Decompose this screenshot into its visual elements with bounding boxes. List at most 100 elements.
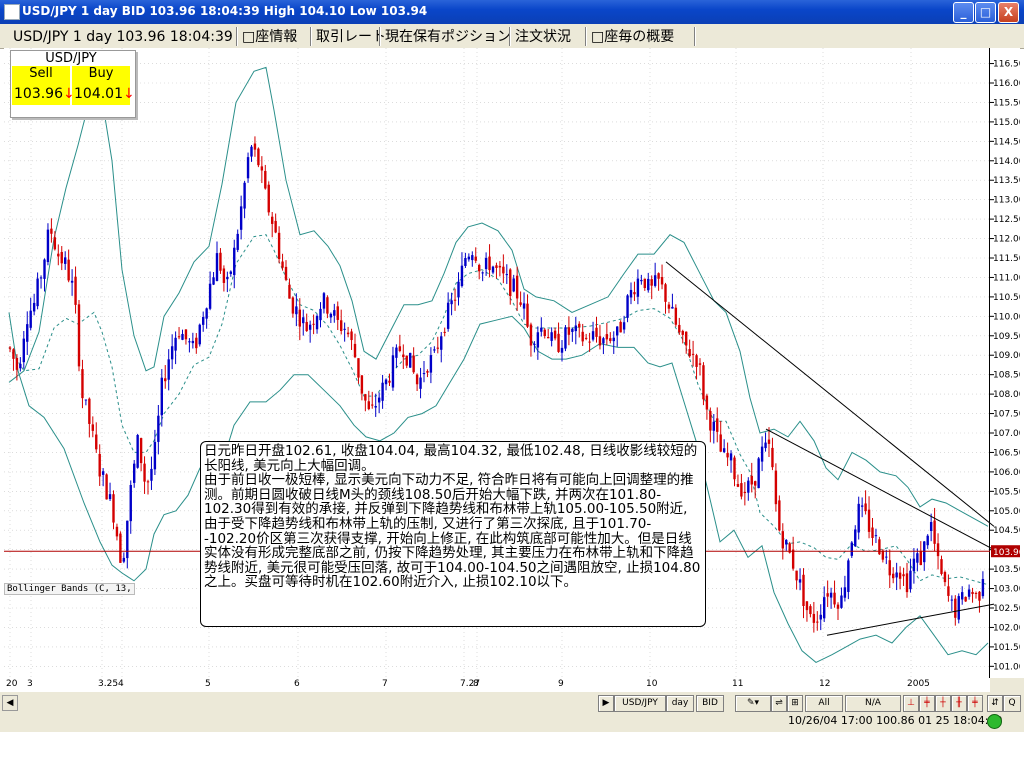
candle-body	[923, 541, 926, 563]
candle-body	[878, 539, 881, 555]
period-select-button[interactable]: day	[666, 695, 694, 712]
bar-style-icon[interactable]: ⊥	[903, 695, 919, 712]
candle-body	[298, 309, 301, 327]
zoom-icon[interactable]: ⇵	[987, 695, 1003, 712]
candle-style-icon[interactable]: ╪	[919, 695, 935, 712]
tab-orders[interactable]: 注文状況	[515, 27, 571, 47]
candle-body	[446, 302, 450, 329]
candle-body	[964, 596, 967, 602]
candle-body	[50, 228, 53, 234]
candle-body	[829, 592, 833, 598]
quote-button[interactable]: Q	[1003, 695, 1021, 712]
candle-body	[305, 321, 308, 332]
candle-body	[133, 463, 136, 483]
candle-body	[478, 264, 481, 272]
candle-body	[560, 347, 564, 353]
candle-body	[388, 380, 391, 383]
candle-body	[415, 374, 419, 385]
maximize-button[interactable]: □	[975, 2, 996, 23]
sell-price-button[interactable]: 103.96↓	[12, 84, 75, 105]
candle-body	[674, 307, 678, 325]
candle-body	[340, 320, 343, 331]
candle-body	[667, 304, 671, 309]
show-all-button[interactable]: All	[805, 695, 843, 712]
candle-body	[136, 435, 139, 468]
window-title: USD/JPY 1 day BID 103.96 18:04:39 High 1…	[22, 4, 428, 18]
candle-body	[471, 255, 474, 261]
candle-body	[22, 338, 25, 363]
candle-body	[905, 573, 909, 593]
tab-separator	[379, 27, 381, 46]
candle-body	[139, 438, 143, 464]
candle-body	[926, 535, 929, 546]
candle-body	[371, 404, 374, 406]
minimize-button[interactable]: _	[953, 2, 974, 23]
y-tick-label: 112.500	[993, 215, 1020, 225]
tab-account-info[interactable]: □座情報	[242, 27, 297, 47]
candle-body	[553, 330, 557, 339]
candle-body	[484, 257, 488, 270]
scroll-left-icon[interactable]: ◀	[2, 695, 18, 711]
area-style-icon[interactable]: ╪	[967, 695, 983, 712]
candle-body	[74, 276, 77, 305]
candle-body	[781, 531, 784, 549]
candle-body	[509, 269, 512, 297]
candle-body	[871, 527, 874, 539]
y-tick-label: 104.500	[993, 526, 1020, 536]
tool-icon-2[interactable]: ⊞	[787, 695, 803, 712]
candle-body	[26, 324, 29, 342]
bid-ask-button[interactable]: BID	[696, 695, 724, 712]
ohlc-style-icon[interactable]: ┼	[935, 695, 951, 712]
line-style-icon[interactable]: ╫	[951, 695, 967, 712]
x-tick-label: 20	[6, 679, 18, 689]
candle-body	[98, 453, 101, 477]
candle-body	[881, 550, 885, 560]
candle-body	[288, 284, 291, 299]
candle-body	[70, 280, 74, 283]
candle-body	[343, 328, 346, 330]
scroll-right-icon[interactable]: ▶	[598, 695, 614, 712]
candle-body	[39, 277, 43, 279]
down-arrow-icon: ↓	[123, 86, 135, 102]
candle-body	[212, 277, 215, 285]
tab-rates[interactable]: 取引レート	[316, 27, 386, 47]
candle-body	[578, 323, 581, 328]
candle-body	[612, 337, 615, 342]
na-button[interactable]: N/A	[845, 695, 901, 712]
buy-price-button[interactable]: 104.01↓	[72, 84, 135, 105]
candle-body	[19, 363, 22, 369]
y-tick-label: 107.500	[993, 410, 1020, 420]
tab-account-summary[interactable]: □座毎の概要	[591, 27, 674, 47]
symbol-select-button[interactable]: USD/JPY	[614, 695, 666, 712]
y-tick-label: 114.000	[993, 157, 1020, 167]
status-bar-text: 10/26/04 17:00 100.86 01 25 18:04:50	[788, 714, 1003, 727]
candle-body	[640, 279, 643, 282]
window-titlebar[interactable]: USD/JPY 1 day BID 103.96 18:04:39 High 1…	[0, 0, 1024, 24]
candle-body	[174, 337, 177, 351]
x-tick-label: 2005	[907, 679, 930, 689]
tab-positions[interactable]: 現在保有ポジション	[385, 27, 511, 47]
candle-body	[246, 157, 250, 179]
candle-body	[584, 337, 588, 339]
tool-icon-1[interactable]: ⇌	[771, 695, 787, 712]
candle-body	[167, 359, 170, 380]
y-tick-label: 108.500	[993, 371, 1020, 381]
y-tick-label: 116.500	[993, 60, 1020, 70]
candle-body	[512, 278, 515, 292]
draw-tool-icon[interactable]: ✎▾	[735, 695, 771, 712]
candle-body	[412, 355, 415, 373]
candle-body	[433, 349, 436, 351]
candle-body	[112, 494, 115, 523]
tab-chart[interactable]: USD/JPY 1 day 103.96 18:04:39	[13, 27, 233, 47]
candle-body	[453, 299, 457, 301]
candle-body	[108, 494, 112, 500]
candle-body	[974, 592, 978, 594]
candle-body	[391, 355, 395, 388]
candle-body	[943, 572, 947, 583]
candle-body	[208, 283, 212, 309]
candle-body	[867, 509, 871, 532]
close-button[interactable]: X	[998, 2, 1019, 23]
horizontal-scrollbar[interactable]: ◀	[0, 693, 600, 711]
candle-body	[709, 411, 712, 431]
candle-body	[643, 278, 646, 289]
